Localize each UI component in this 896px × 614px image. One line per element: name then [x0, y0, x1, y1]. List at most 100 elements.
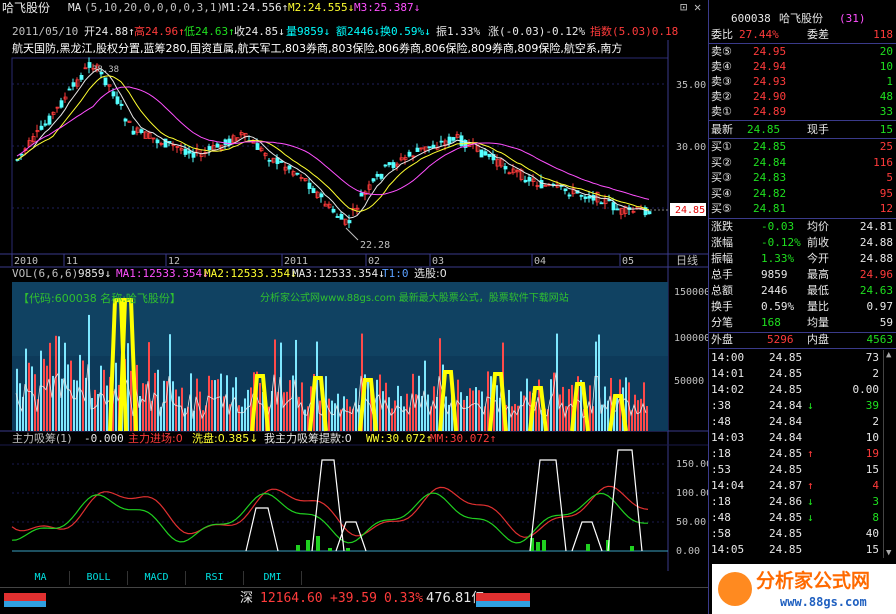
candle-body	[375, 173, 380, 177]
tick-price: 24.85	[769, 351, 803, 364]
volume-bar	[595, 341, 597, 431]
volume-bar	[634, 394, 636, 431]
candle-body	[371, 178, 376, 182]
status-bar: 深 12164.60 +39.59 0.33% 476.81亿	[0, 587, 708, 614]
candle-body	[479, 149, 484, 158]
volume-tick-label: 150000	[674, 287, 708, 298]
tab-boll[interactable]: BOLL	[70, 571, 128, 585]
tab-macd[interactable]: MACD	[128, 571, 186, 585]
ind-wash: 洗盘:0.385↓	[192, 432, 259, 445]
stat-value: 1.33%	[761, 252, 795, 265]
vol-ma3: MA3:12533.354↓	[292, 267, 385, 280]
status-indicator-red	[4, 593, 46, 601]
volume-bar	[343, 396, 345, 431]
volume-bar	[385, 382, 387, 431]
candle-body	[59, 100, 64, 108]
candle-body	[267, 159, 272, 162]
tick-price: 24.84	[769, 431, 803, 444]
date-tick-label: 2010	[14, 256, 38, 267]
candle-body	[87, 62, 92, 68]
tick-time: :18	[711, 495, 731, 508]
tick-row: :53 24.85 15	[709, 463, 896, 477]
volume-bar	[514, 403, 516, 431]
indicator-tick-label: 150.00	[676, 459, 708, 470]
volume-bar	[247, 389, 249, 431]
low-mark-pointer	[345, 227, 359, 241]
candle-body	[387, 162, 392, 166]
candle-body	[43, 123, 48, 126]
candle-body	[487, 153, 492, 157]
price-tick-label: 35.00	[676, 80, 706, 91]
bid-row: 买④ 24.82 95	[709, 187, 896, 201]
bid-label: 买①	[711, 140, 732, 153]
ask-row: 卖④ 24.94 10	[709, 60, 896, 74]
volume-bar	[100, 365, 102, 431]
scroll-down-icon[interactable]: ▼	[886, 548, 891, 558]
tick-row: 14:01 24.85 2	[709, 367, 896, 381]
ind-title: 主力吸筹(1)	[12, 432, 72, 445]
indicator-bar	[630, 546, 634, 551]
candle-body	[123, 118, 128, 122]
quote-code: 600038	[731, 12, 771, 25]
tick-scrollbar[interactable]: ▲ ▼	[883, 350, 895, 558]
stat-value: 9859	[761, 268, 788, 281]
tick-row: 14:00 24.85 73	[709, 351, 896, 365]
tick-vol: 73	[865, 351, 879, 364]
stat-label: 最低	[807, 284, 829, 297]
bid-label: 买②	[711, 155, 732, 169]
volume-bar	[526, 378, 528, 431]
candle-body	[119, 103, 124, 106]
vol-ma2: MA2:12533.354↓	[204, 267, 297, 280]
candle-body	[103, 77, 108, 86]
charts-canvas[interactable]: 35.0030.0025.00 38.3822.2824.85 20101112…	[0, 0, 708, 571]
tick-arrow: ↑	[807, 447, 814, 460]
candle-body	[451, 137, 456, 141]
scroll-up-icon[interactable]: ▲	[886, 350, 891, 360]
bid-price: 24.83	[753, 171, 787, 184]
tick-vol: 0.00	[852, 383, 880, 396]
candle-body	[587, 195, 592, 199]
current-price-label: 24.85	[675, 205, 705, 216]
date-tick-label: 04	[534, 256, 546, 267]
bid-row: 买② 24.84 116	[709, 156, 896, 170]
indicator-bar	[296, 545, 300, 551]
volume-bar	[367, 378, 369, 431]
volume-bar	[346, 399, 348, 431]
candle-body	[615, 208, 620, 211]
bid-vol: 5	[886, 171, 893, 184]
volume-bar	[286, 391, 288, 431]
tick-row: :48 24.85 ↓ 8	[709, 511, 896, 525]
tick-vol: 3	[872, 495, 879, 508]
stat-label: 涨幅	[711, 236, 733, 249]
indicator-tabs: MA BOLL MACD RSI DMI	[0, 571, 330, 585]
watermark-url: www.88gs.com	[780, 595, 867, 609]
quote-outer-inner: 外盘 5296 内盘 4563	[711, 333, 893, 346]
date-tick-label: 05	[622, 256, 634, 267]
tab-rsi[interactable]: RSI	[186, 571, 244, 585]
tick-price: 24.85	[769, 527, 803, 540]
stat-value: 24.88	[859, 252, 893, 265]
candle-body	[431, 144, 436, 149]
tab-dmi[interactable]: DMI	[244, 571, 302, 585]
volume-bar	[208, 375, 210, 431]
ask-label: 卖②	[711, 90, 732, 103]
date-tick-label: 12	[168, 256, 180, 267]
low-mark: 22.28	[360, 240, 390, 251]
quote-title: 600038 哈飞股份 (31)	[709, 12, 896, 26]
bid-vol: 12	[879, 202, 893, 215]
volume-bar	[91, 398, 93, 431]
stat-label: 均量	[807, 316, 829, 329]
tab-ma[interactable]: MA	[12, 571, 70, 585]
stat-label: 总手	[711, 268, 733, 281]
ask-row: 卖② 24.90 48	[709, 90, 896, 104]
ask-label: 卖③	[711, 75, 732, 88]
volume-bar	[289, 380, 291, 431]
indicator-line	[11, 485, 649, 538]
tick-time: 14:04	[711, 479, 745, 492]
candle-body	[427, 146, 432, 149]
candle-body	[415, 147, 420, 152]
indicator-spike	[245, 507, 279, 552]
tick-vol: 4	[872, 479, 879, 492]
bid-label: 买⑤	[711, 202, 732, 215]
volume-bar	[142, 383, 144, 431]
